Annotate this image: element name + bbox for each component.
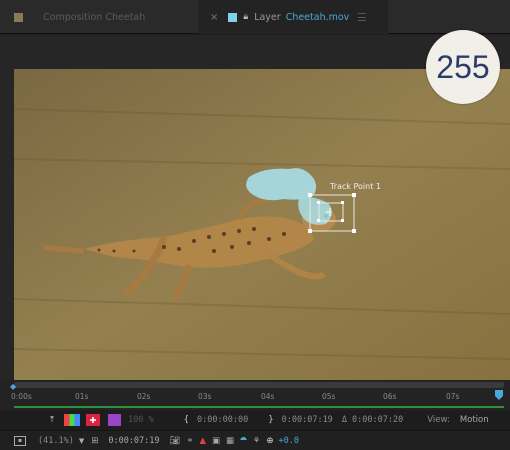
tab-layer[interactable]: × 🔒︎ Layer Cheetah.mov — [198, 0, 388, 34]
out-point-marker[interactable] — [495, 390, 503, 400]
track-point-label: Track Point 1 — [329, 182, 381, 191]
tick-label: 02s — [137, 392, 151, 401]
current-time-indicator[interactable]: ◆ — [10, 382, 16, 391]
set-in-point-icon[interactable]: { — [184, 415, 189, 425]
page-number-badge: 255 — [426, 30, 500, 104]
current-timecode[interactable]: 0:00:07:19 — [108, 436, 159, 446]
tab-layer-name: Cheetah.mov — [285, 11, 350, 23]
time-ruler[interactable]: ◆ 0:00s 01s 02s 03s 04s 05s 06s 07s — [0, 380, 510, 410]
layer-color-swatch — [228, 12, 238, 22]
exposure-value[interactable]: +0.0 — [279, 436, 299, 446]
region-of-interest-icon[interactable]: ▣ — [212, 436, 220, 446]
view-dropdown[interactable]: Motion — [460, 415, 489, 425]
footage-frame[interactable]: Track Point 1 — [14, 69, 510, 381]
flowchart-icon[interactable]: ⯊ — [240, 436, 247, 446]
reset-exposure-icon[interactable]: ⊕ — [266, 436, 273, 446]
magnification-dropdown[interactable]: (41.1%) — [38, 436, 74, 446]
tab-layer-prefix: Layer — [254, 11, 281, 23]
viewer-status-bar: ▪ (41.1%) ▼ ⊞ 0:00:07:19 📷︎ ⚭ ▲ ▣ ▦ ⯊ ⚘ … — [0, 430, 510, 450]
duration-time: Δ 0:00:07:20 — [341, 415, 404, 425]
tick-label: 01s — [75, 392, 89, 401]
out-point-time[interactable]: 0:00:07:19 — [282, 415, 333, 425]
tick-label: 0:00s — [11, 392, 32, 401]
tick-label: 05s — [322, 392, 336, 401]
in-point-time[interactable]: 0:00:00:00 — [197, 415, 248, 425]
tick-label: 07s — [446, 392, 460, 401]
tick-label: 03s — [198, 392, 212, 401]
viewer-controls-bar: ⤒ ✚ 100 % { 0:00:00:00 } 0:00:07:19 Δ 0:… — [0, 410, 510, 430]
lock-icon[interactable]: 🔒︎ — [243, 12, 248, 22]
rgb-channels-icon[interactable] — [64, 414, 80, 426]
alpha-toggle-icon[interactable]: ✚ — [86, 414, 100, 426]
always-preview-icon[interactable]: ▪ — [14, 435, 26, 446]
transparency-toggle-icon[interactable]: ⤒ — [44, 415, 60, 425]
channel-icon[interactable]: ▲ — [199, 436, 206, 446]
chevron-down-icon[interactable]: ▼ — [79, 437, 84, 445]
opacity-value[interactable]: 100 % — [128, 415, 154, 425]
cheetah-footage-image: Track Point 1 — [14, 69, 510, 381]
tab-composition-label: Composition Cheetah — [43, 11, 146, 23]
show-snapshot-icon[interactable]: ⚭ — [186, 436, 193, 446]
fast-preview-icon[interactable]: ⚘ — [253, 436, 261, 446]
camera-snapshot-icon[interactable]: 📷︎ — [170, 436, 181, 446]
transparency-grid-icon[interactable]: ▦ — [226, 436, 234, 446]
color-swatch-icon[interactable] — [108, 414, 121, 426]
panel-menu-icon[interactable] — [358, 13, 367, 21]
set-out-point-icon[interactable]: } — [268, 415, 273, 425]
work-area-indicator — [14, 406, 504, 408]
tick-label: 04s — [261, 392, 275, 401]
close-icon[interactable]: × — [210, 12, 218, 23]
work-area-bar[interactable] — [14, 382, 504, 388]
composition-color-swatch — [14, 12, 23, 22]
grid-guides-icon[interactable]: ⊞ — [91, 436, 98, 446]
view-label: View: — [427, 415, 450, 425]
tab-composition[interactable]: Composition Cheetah — [14, 0, 194, 34]
tick-label: 06s — [383, 392, 397, 401]
panel-tab-bar: Composition Cheetah × 🔒︎ Layer Cheetah.m… — [0, 0, 510, 34]
